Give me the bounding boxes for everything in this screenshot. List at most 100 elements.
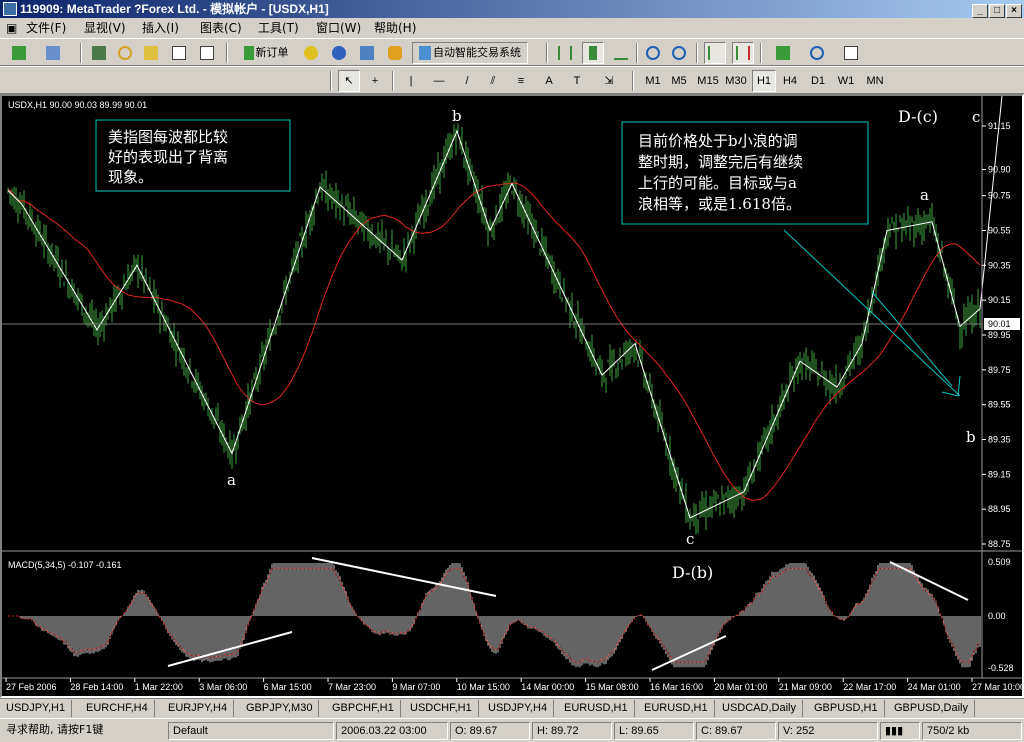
timeframe-m15[interactable]: M15 — [694, 70, 722, 92]
bar-chart-button[interactable] — [554, 42, 576, 64]
price-tick-label: 88.75 — [988, 539, 1011, 549]
chart-tab[interactable]: EURJPY,H4 — [162, 700, 235, 717]
chart-shift-button[interactable] — [732, 42, 754, 64]
templates-button[interactable] — [836, 42, 866, 64]
price-tick-label: 91.15 — [988, 121, 1011, 131]
tester-icon — [200, 46, 214, 60]
status-connection-icon: ▮▮▮ — [880, 722, 920, 740]
new-order-button[interactable]: 新订单 — [234, 42, 298, 64]
menu-charts[interactable]: 图表(C) — [196, 20, 246, 36]
price-tick-label: 90.35 — [988, 260, 1011, 270]
price-tick-label: 90.15 — [988, 295, 1011, 305]
profiles-button[interactable] — [42, 42, 64, 64]
new-chart-button[interactable] — [8, 42, 30, 64]
market-watch-button[interactable] — [88, 42, 110, 64]
menu-file[interactable]: 文件(F) — [22, 20, 70, 36]
zoom-in-button[interactable] — [642, 42, 664, 64]
horizontal-line-button[interactable]: — — [428, 70, 450, 92]
options-button[interactable] — [356, 42, 378, 64]
plus-icon — [12, 46, 26, 60]
chart-tab[interactable]: GBPCHF,H1 — [326, 700, 401, 717]
status-profile[interactable]: Default — [168, 722, 334, 740]
chart-tab[interactable]: GBPUSD,Daily — [888, 700, 975, 717]
text-button[interactable]: A — [538, 70, 560, 92]
trendline-button[interactable]: / — [456, 70, 478, 92]
timeframe-m5[interactable]: M5 — [666, 70, 692, 92]
menu-window[interactable]: 窗口(W) — [312, 20, 365, 36]
chart-tab[interactable]: USDJPY,H4 — [482, 700, 555, 717]
timeframe-d1[interactable]: D1 — [806, 70, 830, 92]
time-tick-label: 16 Mar 16:00 — [650, 682, 703, 692]
note-right-line-3: 上行的可能。目标或与a — [638, 174, 797, 192]
chart-tab[interactable]: GBPUSD,H1 — [808, 700, 885, 717]
experts-button[interactable] — [384, 42, 406, 64]
navigator-button[interactable] — [114, 42, 136, 64]
time-tick-label: 22 Mar 17:00 — [843, 682, 896, 692]
line-chart-button[interactable] — [610, 42, 632, 64]
tester-button[interactable] — [196, 42, 218, 64]
editor-icon — [332, 46, 346, 60]
zoom-in-icon — [646, 46, 660, 60]
close-button[interactable]: × — [1006, 4, 1022, 18]
warning-icon — [304, 46, 318, 60]
menu-view[interactable]: 显视(V) — [80, 20, 130, 36]
menu-tools[interactable]: 工具(T) — [254, 20, 303, 36]
menu-insert[interactable]: 插入(I) — [138, 20, 183, 36]
price-chart[interactable]: 91.15 90.90 90.75 90.55 90.35 90.15 89.95 89.75… — [2, 96, 1022, 696]
divergence-line — [651, 635, 727, 671]
price-tick-label: 89.75 — [988, 365, 1011, 375]
metaeditor-button[interactable] — [300, 42, 322, 64]
status-bar: 寻求帮助, 请按F1键 Default 2006.03.22 03:00 O: … — [0, 718, 1024, 742]
menu-help[interactable]: 帮助(H) — [370, 20, 420, 36]
timeframe-w1[interactable]: W1 — [834, 70, 858, 92]
timeframe-m30[interactable]: M30 — [722, 70, 750, 92]
expert-advisors-toggle[interactable]: 自动智能交易系统 — [412, 42, 528, 64]
menu-bar: ▣ 文件(F) 显视(V) 插入(I) 图表(C) 工具(T) 窗口(W) 帮助… — [0, 18, 1024, 52]
time-tick-label: 14 Mar 00:00 — [521, 682, 574, 692]
label-button[interactable]: T — [566, 70, 588, 92]
time-tick-label: 10 Mar 15:00 — [457, 682, 510, 692]
timeframe-mn[interactable]: MN — [862, 70, 888, 92]
auto-scroll-button[interactable] — [704, 42, 726, 64]
chart-tab[interactable]: USDCHF,H1 — [404, 700, 479, 717]
status-close: C: 89.67 — [696, 722, 776, 740]
zoom-out-icon — [672, 46, 686, 60]
vertical-line-button[interactable]: | — [400, 70, 422, 92]
minimize-button[interactable]: _ — [972, 4, 988, 18]
candlestick-button[interactable] — [582, 42, 604, 64]
chart-tab[interactable]: EURUSD,H1 — [558, 700, 635, 717]
periods-button[interactable] — [802, 42, 832, 64]
standard-toolbar: 新订单 自动智能交易系统 — [0, 38, 1024, 66]
menu-icon[interactable]: ▣ — [2, 20, 21, 36]
price-tick-label: 89.95 — [988, 330, 1011, 340]
cursor-button[interactable]: ↖ — [338, 70, 360, 92]
new-order-icon — [243, 46, 254, 60]
drawing-toolbar: ↖ + | — / ⫽ ≡ A T ⇲ M1 M5 M15 M30 H1 H4 … — [0, 66, 1024, 94]
arrows-button[interactable]: ⇲ — [594, 70, 624, 92]
channel-button[interactable]: ⫽ — [482, 70, 504, 92]
time-tick-label: 9 Mar 07:00 — [392, 682, 440, 692]
timeframe-h4[interactable]: H4 — [778, 70, 802, 92]
options-icon — [360, 46, 374, 60]
chart-tab[interactable]: USDCAD,Daily — [716, 700, 803, 717]
timeframe-m1[interactable]: M1 — [640, 70, 666, 92]
terminal-button[interactable] — [168, 42, 190, 64]
chart-window[interactable]: 91.15 90.90 90.75 90.55 90.35 90.15 89.95 89.75… — [0, 94, 1024, 698]
chart-tab[interactable]: GBPJPY,M30 — [240, 700, 320, 717]
line-chart-icon — [614, 46, 628, 60]
auto-scroll-icon — [708, 46, 722, 60]
crosshair-button[interactable]: + — [364, 70, 386, 92]
maximize-button[interactable]: □ — [989, 4, 1005, 18]
editor-button[interactable] — [328, 42, 350, 64]
fibonacci-button[interactable]: ≡ — [510, 70, 532, 92]
experts-icon — [388, 46, 402, 60]
timeframe-h1[interactable]: H1 — [752, 70, 776, 92]
zoom-out-button[interactable] — [668, 42, 690, 64]
indicators-button[interactable] — [768, 42, 798, 64]
navigator-icon — [118, 46, 132, 60]
chart-tab[interactable]: EURUSD,H1 — [638, 700, 715, 717]
chart-tab[interactable]: USDJPY,H1 — [0, 700, 73, 717]
data-window-button[interactable] — [140, 42, 162, 64]
time-tick-label: 6 Mar 15:00 — [264, 682, 312, 692]
chart-tab[interactable]: EURCHF,H4 — [80, 700, 155, 717]
